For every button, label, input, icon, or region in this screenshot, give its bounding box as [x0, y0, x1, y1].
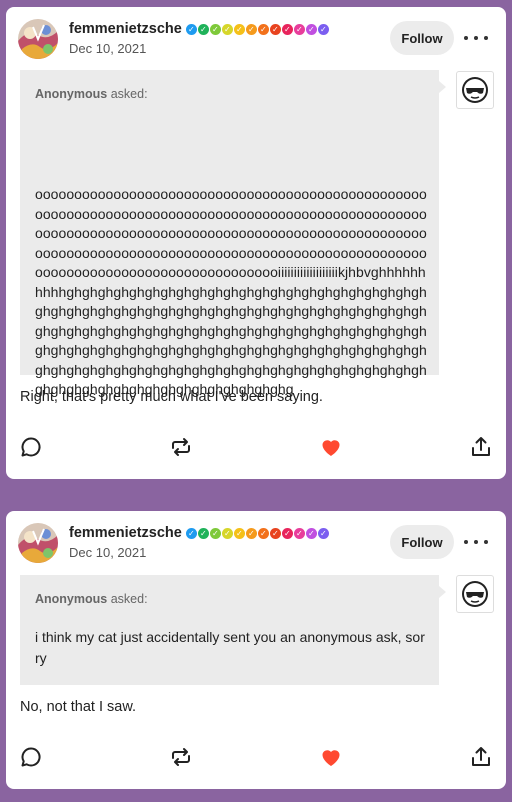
badge-row: ✓ ✓ ✓ ✓ ✓ ✓ ✓ ✓ ✓ ✓ ✓ ✓	[185, 23, 330, 35]
verified-badge-icon: ✓	[305, 23, 317, 35]
anonymous-avatar-icon	[456, 575, 494, 613]
verified-badge-icon: ✓	[293, 23, 305, 35]
badge-row: ✓ ✓ ✓ ✓ ✓ ✓ ✓ ✓ ✓ ✓ ✓ ✓	[185, 527, 330, 539]
verified-badge-icon: ✓	[197, 527, 209, 539]
avatar[interactable]	[18, 19, 58, 59]
post-card: femmenietzsche ✓ ✓ ✓ ✓ ✓ ✓ ✓ ✓ ✓ ✓ ✓ ✓ D…	[6, 511, 506, 789]
answer-text: Right, that's pretty much what I've been…	[20, 389, 323, 405]
ask-label: Anonymous asked:	[35, 87, 148, 101]
username[interactable]: femmenietzsche ✓ ✓ ✓ ✓ ✓ ✓ ✓ ✓ ✓ ✓ ✓ ✓	[69, 21, 330, 37]
ask-label: Anonymous asked:	[35, 592, 148, 606]
verified-badge-icon: ✓	[233, 23, 245, 35]
verified-badge-icon: ✓	[233, 527, 245, 539]
action-bar	[6, 435, 506, 465]
action-bar	[6, 745, 506, 775]
share-icon[interactable]	[469, 435, 493, 459]
avatar[interactable]	[18, 523, 58, 563]
username[interactable]: femmenietzsche ✓ ✓ ✓ ✓ ✓ ✓ ✓ ✓ ✓ ✓ ✓ ✓	[69, 525, 330, 541]
share-icon[interactable]	[469, 745, 493, 769]
answer-text: No, not that I saw.	[20, 699, 137, 715]
verified-badge-icon: ✓	[245, 23, 257, 35]
verified-badge-icon: ✓	[269, 527, 281, 539]
verified-badge-icon: ✓	[185, 23, 197, 35]
verified-badge-icon: ✓	[209, 23, 221, 35]
post-card: femmenietzsche ✓ ✓ ✓ ✓ ✓ ✓ ✓ ✓ ✓ ✓ ✓ ✓ D…	[6, 7, 506, 479]
verified-badge-icon: ✓	[269, 23, 281, 35]
verified-badge-icon: ✓	[245, 527, 257, 539]
verified-badge-icon: ✓	[209, 527, 221, 539]
verified-badge-icon: ✓	[281, 23, 293, 35]
asker-name: Anonymous	[35, 87, 108, 101]
verified-badge-icon: ✓	[317, 527, 329, 539]
asker-name: Anonymous	[35, 592, 108, 606]
verified-badge-icon: ✓	[317, 23, 329, 35]
verified-badge-icon: ✓	[257, 527, 269, 539]
post-date[interactable]: Dec 10, 2021	[69, 41, 146, 56]
ask-box: Anonymous asked: ooooooooooooooooooooooo…	[20, 70, 439, 397]
more-icon[interactable]	[464, 29, 488, 47]
like-icon[interactable]	[319, 435, 343, 459]
ask-pointer	[439, 81, 446, 93]
follow-button[interactable]: Follow	[390, 525, 454, 559]
verified-badge-icon: ✓	[185, 527, 197, 539]
username-text[interactable]: femmenietzsche	[69, 21, 182, 37]
verified-badge-icon: ✓	[257, 23, 269, 35]
ask-question: i think my cat just accidentally sent yo…	[35, 629, 425, 666]
more-icon[interactable]	[464, 533, 488, 551]
username-text[interactable]: femmenietzsche	[69, 525, 182, 541]
reblog-icon[interactable]	[169, 435, 193, 459]
follow-button[interactable]: Follow	[390, 21, 454, 55]
asked-suffix: asked:	[107, 87, 148, 101]
asked-suffix: asked:	[107, 592, 148, 606]
reply-icon[interactable]	[19, 435, 43, 459]
verified-badge-icon: ✓	[305, 527, 317, 539]
post-header: femmenietzsche ✓ ✓ ✓ ✓ ✓ ✓ ✓ ✓ ✓ ✓ ✓ ✓ D…	[6, 511, 506, 575]
ask-question: oooooooooooooooooooooooooooooooooooooooo…	[35, 186, 427, 397]
reply-icon[interactable]	[19, 745, 43, 769]
verified-badge-icon: ✓	[293, 527, 305, 539]
verified-badge-icon: ✓	[221, 527, 233, 539]
post-date[interactable]: Dec 10, 2021	[69, 545, 146, 560]
ask-box: Anonymous asked: i think my cat just acc…	[20, 575, 439, 685]
post-header: femmenietzsche ✓ ✓ ✓ ✓ ✓ ✓ ✓ ✓ ✓ ✓ ✓ ✓ D…	[6, 7, 506, 71]
reblog-icon[interactable]	[169, 745, 193, 769]
verified-badge-icon: ✓	[281, 527, 293, 539]
verified-badge-icon: ✓	[221, 23, 233, 35]
anonymous-avatar-icon	[456, 71, 494, 109]
ask-pointer	[439, 586, 446, 598]
verified-badge-icon: ✓	[197, 23, 209, 35]
like-icon[interactable]	[319, 745, 343, 769]
